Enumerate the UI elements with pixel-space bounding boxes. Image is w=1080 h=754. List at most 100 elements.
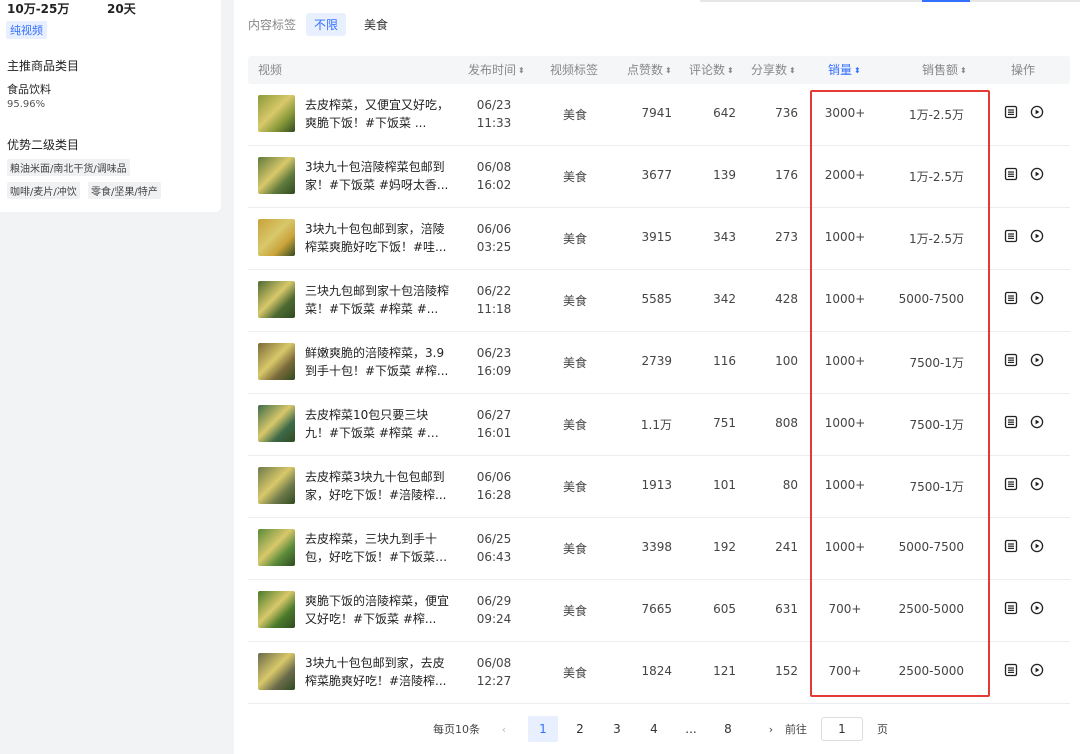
col-video-tag: 视频标签	[550, 63, 599, 77]
video-tag: 美食	[563, 480, 588, 494]
publish-time: 06/06 03:25	[468, 220, 520, 256]
detail-icon[interactable]	[1004, 291, 1018, 305]
sort-icon: ⬍	[518, 66, 525, 75]
sales-value: 1000+	[824, 354, 866, 368]
publish-clock: 09:24	[476, 612, 512, 626]
publish-clock: 16:01	[476, 426, 512, 440]
video-thumbnail[interactable]	[258, 157, 295, 194]
col-shares[interactable]: 分享数 ⬍	[751, 56, 796, 84]
publish-clock: 03:25	[476, 240, 512, 254]
play-icon[interactable]	[1030, 291, 1044, 305]
likes-count: 1.1万	[640, 418, 672, 432]
filter-option-food[interactable]: 美食	[356, 13, 396, 36]
row-actions	[1004, 353, 1044, 367]
play-icon[interactable]	[1030, 539, 1044, 553]
play-icon[interactable]	[1030, 663, 1044, 677]
col-video: 视频	[258, 63, 283, 77]
row-actions	[1004, 291, 1044, 305]
col-comments[interactable]: 评论数 ⬍	[689, 56, 734, 84]
detail-icon[interactable]	[1004, 105, 1018, 119]
likes-count: 3915	[641, 230, 672, 244]
table-row[interactable]: 去皮榨菜，三块九到手十包，好吃下饭！#下饭菜 ... 06/25 06:43 美…	[248, 518, 1070, 580]
video-title[interactable]: 去皮榨菜，三块九到手十包，好吃下饭！#下饭菜 ...	[305, 530, 450, 566]
top-divider	[700, 0, 1080, 2]
video-thumbnail[interactable]	[258, 467, 295, 504]
page-4-button[interactable]: 4	[639, 716, 669, 742]
detail-icon[interactable]	[1004, 415, 1018, 429]
table-row[interactable]: 三块九包邮到家十包涪陵榨菜！#下饭菜 #榨菜 #... 06/22 11:18 …	[248, 270, 1070, 332]
video-thumbnail[interactable]	[258, 591, 295, 628]
detail-icon[interactable]	[1004, 539, 1018, 553]
video-thumbnail[interactable]	[258, 405, 295, 442]
play-icon[interactable]	[1030, 415, 1044, 429]
col-actions: 操作	[1011, 63, 1036, 77]
table-row[interactable]: 去皮榨菜，又便宜又好吃，爽脆下饭！#下饭菜 ... 06/23 11:33 美食…	[248, 84, 1070, 146]
video-title[interactable]: 去皮榨菜，又便宜又好吃，爽脆下饭！#下饭菜 ...	[305, 96, 450, 132]
table-row[interactable]: 去皮榨菜3块九十包包邮到家，好吃下饭！#涪陵榨... 06/06 16:28 美…	[248, 456, 1070, 518]
video-title[interactable]: 3块九十包包邮到家，去皮榨菜脆爽好吃！#涪陵榨...	[305, 654, 450, 690]
table-row[interactable]: 去皮榨菜10包只要三块九！#下饭菜 #榨菜 #涪... 06/27 16:01 …	[248, 394, 1070, 456]
video-title[interactable]: 爽脆下饭的涪陵榨菜，便宜又好吃！#下饭菜 #榨...	[305, 592, 450, 628]
active-tab-indicator	[922, 0, 970, 2]
detail-icon[interactable]	[1004, 601, 1018, 615]
comments-count: 343	[713, 230, 736, 244]
play-icon[interactable]	[1030, 601, 1044, 615]
detail-icon[interactable]	[1004, 353, 1018, 367]
video-thumbnail[interactable]	[258, 281, 295, 318]
video-title[interactable]: 鲜嫩爽脆的涪陵榨菜，3.9到手十包！#下饭菜 #榨...	[305, 344, 450, 380]
video-tag: 美食	[563, 542, 588, 556]
video-title[interactable]: 3块九十包涪陵榨菜包邮到家！#下饭菜 #妈呀太香...	[305, 158, 450, 194]
page-ellipsis[interactable]: ...	[676, 716, 706, 742]
play-icon[interactable]	[1030, 477, 1044, 491]
page-1-button[interactable]: 1	[528, 716, 558, 742]
table-row[interactable]: 爽脆下饭的涪陵榨菜，便宜又好吃！#下饭菜 #榨... 06/29 09:24 美…	[248, 580, 1070, 642]
video-title[interactable]: 去皮榨菜10包只要三块九！#下饭菜 #榨菜 #涪...	[305, 406, 450, 442]
detail-icon[interactable]	[1004, 167, 1018, 181]
table-row[interactable]: 鲜嫩爽脆的涪陵榨菜，3.9到手十包！#下饭菜 #榨... 06/23 16:09…	[248, 332, 1070, 394]
table-row[interactable]: 3块九十包涪陵榨菜包邮到家！#下饭菜 #妈呀太香... 06/08 16:02 …	[248, 146, 1070, 208]
video-thumbnail[interactable]	[258, 653, 295, 690]
sales-amount: 2500-5000	[898, 664, 964, 678]
shares-count: 631	[775, 602, 798, 616]
pagination: 每页10条 ‹ 1 2 3 4 ... 8 › 前往 页	[433, 716, 888, 742]
likes-count: 2739	[641, 354, 672, 368]
likes-count: 7665	[641, 602, 672, 616]
secondary-category-tag: 零食/坚果/特产	[88, 182, 161, 199]
detail-icon[interactable]	[1004, 229, 1018, 243]
publish-time: 06/06 16:28	[468, 468, 520, 504]
col-sales[interactable]: 销量 ⬍	[828, 56, 861, 84]
video-thumbnail[interactable]	[258, 343, 295, 380]
page-3-button[interactable]: 3	[602, 716, 632, 742]
shares-count: 273	[775, 230, 798, 244]
play-icon[interactable]	[1030, 229, 1044, 243]
col-publish-time[interactable]: 发布时间 ⬍	[468, 56, 525, 84]
col-comments-label: 评论数	[689, 63, 726, 77]
next-page-icon[interactable]: ›	[761, 723, 781, 736]
shares-count: 80	[782, 478, 798, 492]
page-size-select[interactable]: 每页10条	[433, 721, 480, 737]
col-likes[interactable]: 点赞数 ⬍	[627, 56, 672, 84]
video-title[interactable]: 去皮榨菜3块九十包包邮到家，好吃下饭！#涪陵榨...	[305, 468, 450, 504]
video-thumbnail[interactable]	[258, 219, 295, 256]
page-2-button[interactable]: 2	[565, 716, 595, 742]
col-sales-amount[interactable]: 销售额 ⬍	[922, 56, 967, 84]
video-thumbnail[interactable]	[258, 529, 295, 566]
prev-page-icon[interactable]: ‹	[494, 723, 514, 736]
detail-icon[interactable]	[1004, 477, 1018, 491]
page-8-button[interactable]: 8	[713, 716, 743, 742]
video-title[interactable]: 3块九十包包邮到家，涪陵榨菜爽脆好吃下饭！#哇...	[305, 220, 450, 256]
sort-icon: ⬍	[789, 66, 796, 75]
publish-time: 06/23 11:33	[468, 96, 520, 132]
play-icon[interactable]	[1030, 105, 1044, 119]
play-icon[interactable]	[1030, 353, 1044, 367]
video-title[interactable]: 三块九包邮到家十包涪陵榨菜！#下饭菜 #榨菜 #...	[305, 282, 450, 318]
goto-page-input[interactable]	[821, 717, 863, 741]
table-row[interactable]: 3块九十包包邮到家，去皮榨菜脆爽好吃！#涪陵榨... 06/08 12:27 美…	[248, 642, 1070, 704]
detail-icon[interactable]	[1004, 663, 1018, 677]
filter-option-all[interactable]: 不限	[306, 13, 347, 36]
sales-amount: 1万-2.5万	[908, 108, 964, 122]
table-row[interactable]: 3块九十包包邮到家，涪陵榨菜爽脆好吃下饭！#哇... 06/06 03:25 美…	[248, 208, 1070, 270]
play-icon[interactable]	[1030, 167, 1044, 181]
row-actions	[1004, 601, 1044, 615]
video-thumbnail[interactable]	[258, 95, 295, 132]
